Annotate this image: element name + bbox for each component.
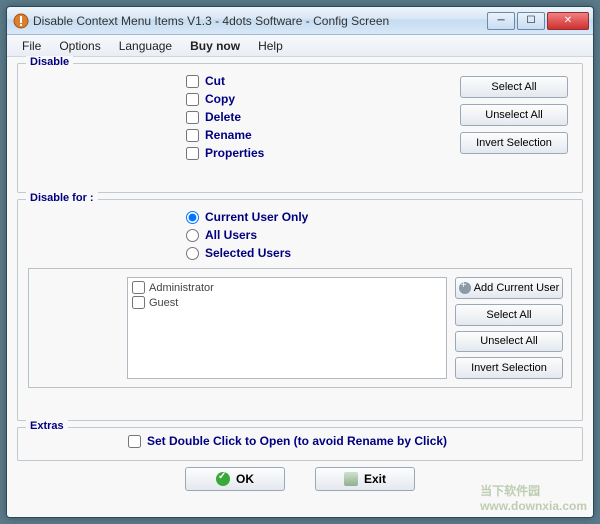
select-all-button[interactable]: Select All [460,76,568,98]
list-item[interactable]: Administrator [130,280,444,295]
check-double-click-label: Set Double Click to Open (to avoid Renam… [147,434,447,448]
check-copy-box[interactable] [186,93,199,106]
user-admin-check[interactable] [132,281,145,294]
user-guest-label: Guest [149,297,178,309]
group-disable: Disable Cut Copy Delete Rename Propertie… [17,63,583,193]
ok-button[interactable]: OK [185,467,285,491]
menu-options[interactable]: Options [50,37,109,55]
menubar: File Options Language Buy now Help [7,35,593,57]
user-buttons-column: Add Current User Select All Unselect All… [455,277,563,379]
radio-selected-users-input[interactable] [186,247,199,260]
user-select-all-button[interactable]: Select All [455,304,563,326]
radio-selected-users-label: Selected Users [205,246,291,260]
radio-current-user-label: Current User Only [205,210,308,224]
add-current-user-button[interactable]: Add Current User [455,277,563,299]
check-cut-label: Cut [205,74,225,88]
radio-all-users[interactable]: All Users [186,228,572,242]
check-double-click-box[interactable] [128,435,141,448]
ok-icon [216,472,230,486]
group-disable-for: Disable for : Current User Only All User… [17,199,583,421]
user-guest-check[interactable] [132,296,145,309]
watermark-site: www.downxia.com [480,499,587,513]
plus-icon [459,282,471,294]
close-button[interactable]: ✕ [547,12,589,30]
user-selection-panel: Administrator Guest Add Current User Sel… [28,268,572,388]
user-unselect-all-button[interactable]: Unselect All [455,331,563,353]
radio-current-user[interactable]: Current User Only [186,210,572,224]
maximize-button[interactable]: ☐ [517,12,545,30]
disable-buttons-column: Select All Unselect All Invert Selection [460,76,568,154]
radio-all-users-label: All Users [205,228,257,242]
exit-button[interactable]: Exit [315,467,415,491]
list-item[interactable]: Guest [130,295,444,310]
check-double-click[interactable]: Set Double Click to Open (to avoid Renam… [128,434,572,448]
group-extras: Extras Set Double Click to Open (to avoi… [17,427,583,461]
disable-for-radiolist: Current User Only All Users Selected Use… [186,210,572,260]
radio-all-users-input[interactable] [186,229,199,242]
check-rename-box[interactable] [186,129,199,142]
check-cut-box[interactable] [186,75,199,88]
invert-selection-button[interactable]: Invert Selection [460,132,568,154]
group-disable-legend: Disable [26,56,73,68]
group-extras-legend: Extras [26,420,68,432]
check-delete-label: Delete [205,110,241,124]
window-buttons: ─ ☐ ✕ [485,12,589,30]
footer-buttons: OK Exit [17,467,583,491]
exit-label: Exit [364,472,386,486]
check-delete-box[interactable] [186,111,199,124]
radio-current-user-input[interactable] [186,211,199,224]
user-list[interactable]: Administrator Guest [127,277,447,379]
group-disable-for-legend: Disable for : [26,192,98,204]
radio-selected-users[interactable]: Selected Users [186,246,572,260]
ok-label: OK [236,472,254,486]
menu-buynow[interactable]: Buy now [181,37,249,55]
check-rename-label: Rename [205,128,252,142]
add-current-user-label: Add Current User [474,282,560,294]
menu-language[interactable]: Language [110,37,181,55]
menu-file[interactable]: File [13,37,50,55]
minimize-button[interactable]: ─ [487,12,515,30]
check-properties-label: Properties [205,146,264,160]
menu-help[interactable]: Help [249,37,292,55]
exit-icon [344,472,358,486]
titlebar[interactable]: Disable Context Menu Items V1.3 - 4dots … [7,7,593,35]
user-admin-label: Administrator [149,282,214,294]
window: Disable Context Menu Items V1.3 - 4dots … [6,6,594,518]
check-copy-label: Copy [205,92,235,106]
window-title: Disable Context Menu Items V1.3 - 4dots … [33,14,485,28]
check-properties-box[interactable] [186,147,199,160]
client-area: Disable Cut Copy Delete Rename Propertie… [7,57,593,517]
unselect-all-button[interactable]: Unselect All [460,104,568,126]
user-invert-selection-button[interactable]: Invert Selection [455,357,563,379]
app-icon [13,13,29,29]
